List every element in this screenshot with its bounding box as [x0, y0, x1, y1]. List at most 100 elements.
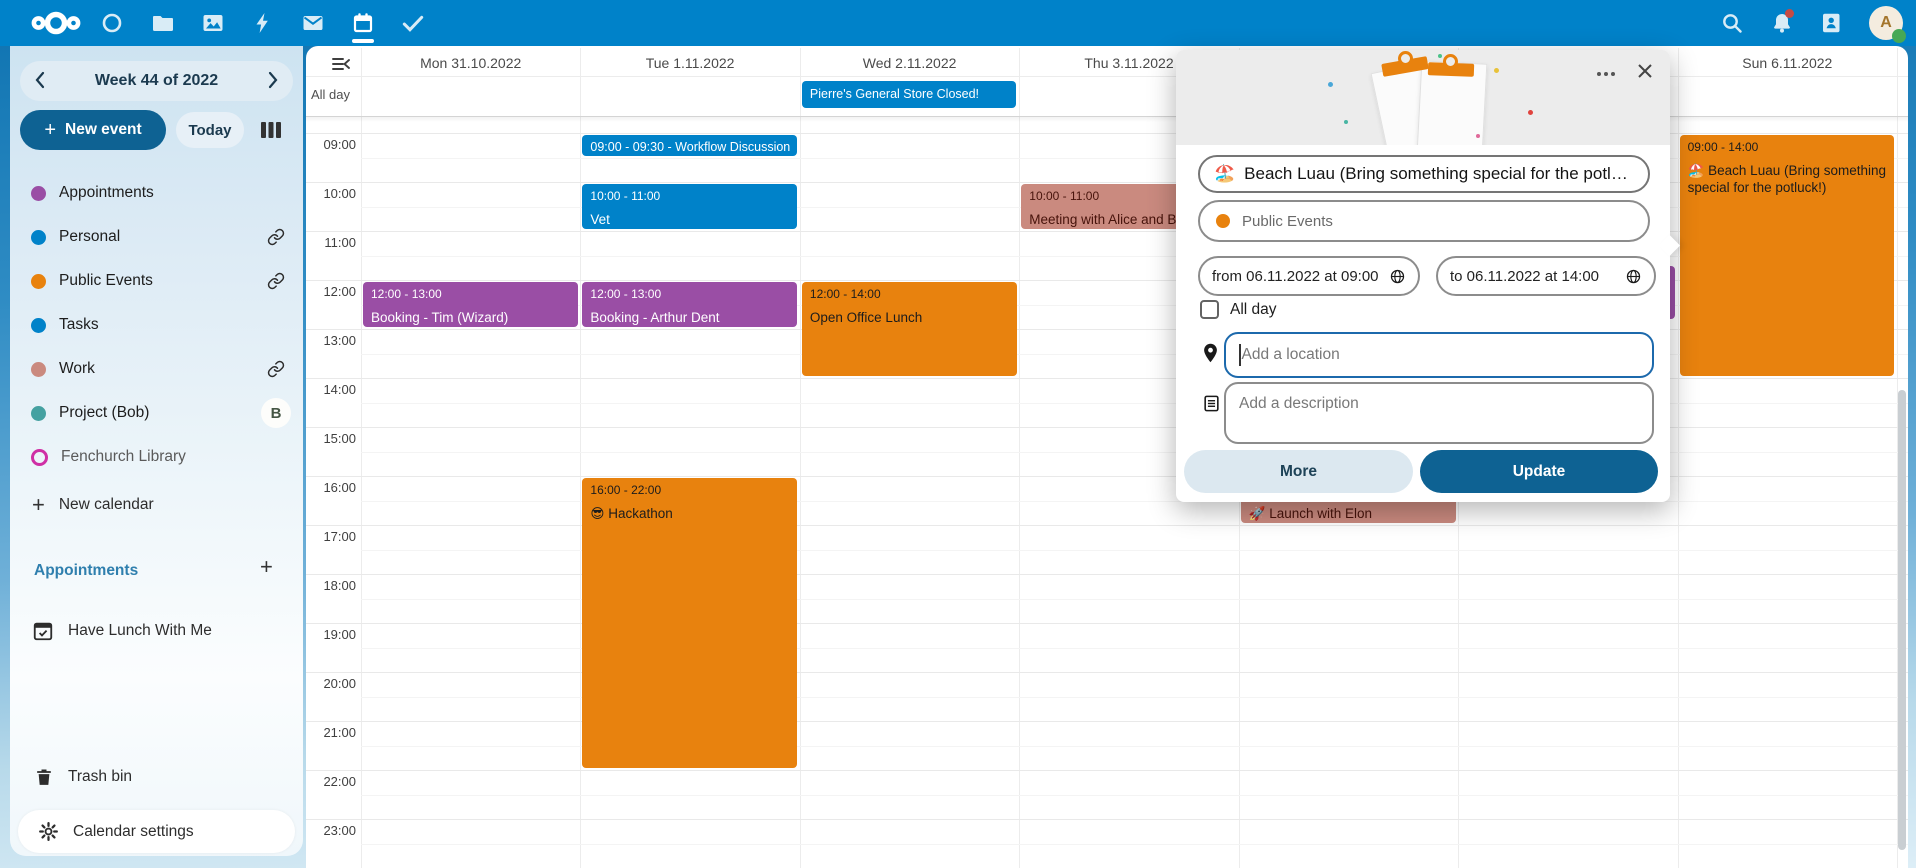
vertical-scrollbar[interactable]: [1898, 390, 1906, 850]
location-placeholder: Add a location: [1242, 346, 1340, 364]
time-axis-label: 17:00: [306, 529, 356, 544]
timezone-globe-icon[interactable]: [1389, 268, 1406, 285]
calendar-color-dot: [1216, 214, 1230, 228]
avatar-letter: A: [1880, 14, 1892, 32]
event-title-input[interactable]: 🏖️ Beach Luau (Bring something special f…: [1198, 155, 1650, 193]
time-axis-label: 15:00: [306, 431, 356, 446]
calendar-color-ring: [31, 449, 48, 466]
sidebar-calendar-appointments[interactable]: Appointments: [10, 171, 303, 215]
event-title: Booking - Arthur Dent: [590, 309, 789, 326]
time-axis-label: 13:00: [306, 333, 356, 348]
hour-line: [306, 721, 1908, 722]
calendar-check-icon: [32, 620, 54, 642]
day-header-2: Wed 2.11.2022: [800, 52, 1019, 74]
update-button[interactable]: Update: [1420, 450, 1658, 493]
calendar-event[interactable]: 10:00 - 11:00Vet: [582, 184, 797, 229]
collapse-allday-icon[interactable]: [330, 54, 352, 74]
event-title: Booking - Tim (Wizard): [371, 309, 570, 326]
user-avatar[interactable]: A: [1863, 0, 1909, 46]
sidebar-calendar-personal[interactable]: Personal: [10, 215, 303, 259]
event-title: 😎 Hackathon: [590, 505, 789, 522]
calendar-event[interactable]: 09:00 - 09:30 - Workflow Discussion: [582, 135, 797, 156]
half-hour-line: [361, 158, 1908, 159]
all-day-row-label: All day: [311, 87, 350, 102]
new-event-button[interactable]: + New event: [20, 110, 166, 150]
event-time: 12:00 - 13:00: [371, 287, 570, 302]
calendar-color-dot: [31, 318, 46, 333]
timezone-globe-icon[interactable]: [1625, 268, 1642, 285]
contacts-icon[interactable]: [1808, 0, 1854, 46]
location-input[interactable]: Add a location: [1224, 332, 1654, 378]
event-title: Open Office Lunch: [810, 309, 1009, 326]
calendar-picker-select[interactable]: Public Events: [1198, 200, 1650, 242]
time-axis-label: 22:00: [306, 774, 356, 789]
notifications-bell-icon[interactable]: [1759, 0, 1805, 46]
description-textarea[interactable]: Add a description: [1224, 382, 1654, 444]
calendar-event[interactable]: 12:00 - 13:00 Booking - Arthur Dent: [582, 282, 797, 327]
dashboard-icon[interactable]: [89, 0, 135, 46]
event-title: 🚀 Launch with Elon: [1249, 505, 1448, 522]
share-link-icon[interactable]: [267, 360, 285, 378]
previous-week-button[interactable]: [34, 70, 46, 90]
calendar-label: Work: [59, 360, 267, 378]
time-axis-label: 14:00: [306, 382, 356, 397]
today-button[interactable]: Today: [176, 112, 244, 148]
add-appointment-config-button[interactable]: +: [260, 554, 273, 580]
trash-bin-button[interactable]: Trash bin: [10, 757, 303, 797]
all-day-event[interactable]: Pierre's General Store Closed!: [802, 81, 1016, 108]
activity-icon[interactable]: [240, 0, 286, 46]
sidebar-calendar-fenchurch-library[interactable]: Fenchurch Library: [10, 435, 303, 479]
sidebar: Week 44 of 2022 + New event Today Appoin…: [10, 46, 303, 856]
time-axis-label: 21:00: [306, 725, 356, 740]
hour-line: [306, 819, 1908, 820]
tasks-icon[interactable]: [390, 0, 436, 46]
active-app-indicator: [352, 39, 374, 43]
photos-icon[interactable]: [190, 0, 236, 46]
text-cursor: [1239, 344, 1241, 366]
calendar-picker-value: Public Events: [1242, 213, 1333, 230]
end-datetime-field[interactable]: to 06.11.2022 at 14:00: [1436, 256, 1656, 296]
end-datetime-value: to 06.11.2022 at 14:00: [1450, 268, 1599, 285]
calendar-settings-button[interactable]: Calendar settings: [18, 810, 295, 853]
day-header-6: Sun 6.11.2022: [1678, 52, 1897, 74]
start-datetime-value: from 06.11.2022 at 09:00: [1212, 268, 1379, 285]
sidebar-calendar-tasks[interactable]: Tasks: [10, 303, 303, 347]
more-button[interactable]: More: [1184, 450, 1413, 493]
next-week-button[interactable]: [267, 70, 279, 90]
calendar-event[interactable]: 16:00 - 22:00 😎 Hackathon: [582, 478, 797, 768]
event-title: 🏖️ Beach Luau (Bring something special f…: [1688, 162, 1887, 196]
event-title: Pierre's General Store Closed!: [810, 87, 1008, 102]
trash-icon: [34, 767, 54, 787]
nextcloud-calendar-app: A Week 44 of 2022 + New event Today: [0, 0, 1916, 868]
close-icon[interactable]: [1634, 60, 1656, 82]
sidebar-calendar-public-events[interactable]: Public Events: [10, 259, 303, 303]
event-time: 16:00 - 22:00: [590, 483, 789, 498]
half-hour-line: [361, 403, 1908, 404]
sidebar-calendar-project-bob-[interactable]: Project (Bob)B: [10, 391, 303, 435]
files-icon[interactable]: [140, 0, 186, 46]
nextcloud-logo-icon[interactable]: [28, 0, 84, 46]
event-time: 12:00 - 13:00: [590, 287, 789, 302]
appointment-item-label: Have Lunch With Me: [68, 622, 212, 640]
calendar-label: Public Events: [59, 272, 267, 290]
popup-more-menu-icon[interactable]: [1594, 64, 1618, 84]
half-hour-line: [361, 844, 1908, 845]
event-time: 12:00 - 14:00: [810, 287, 1009, 302]
start-datetime-field[interactable]: from 06.11.2022 at 09:00: [1198, 256, 1420, 296]
view-switcher-icon[interactable]: [259, 119, 283, 141]
checkbox-unchecked[interactable]: [1200, 300, 1219, 319]
calendar-app-icon[interactable]: [340, 0, 386, 46]
calendar-event[interactable]: 12:00 - 14:00 Open Office Lunch: [802, 282, 1017, 376]
appointment-item-have-lunch[interactable]: Have Lunch With Me: [10, 611, 303, 651]
search-icon[interactable]: [1709, 0, 1755, 46]
calendar-event[interactable]: 09:00 - 14:00🏖️ Beach Luau (Bring someth…: [1680, 135, 1895, 376]
sidebar-calendar-work[interactable]: Work: [10, 347, 303, 391]
share-link-icon[interactable]: [267, 272, 285, 290]
new-calendar-button[interactable]: + New calendar: [10, 485, 303, 525]
time-axis-label: 18:00: [306, 578, 356, 593]
all-day-checkbox[interactable]: All day: [1200, 300, 1277, 319]
half-hour-line: [361, 256, 1908, 257]
calendar-event[interactable]: 12:00 - 13:00 Booking - Tim (Wizard): [363, 282, 578, 327]
share-link-icon[interactable]: [267, 228, 285, 246]
mail-icon[interactable]: [290, 0, 336, 46]
